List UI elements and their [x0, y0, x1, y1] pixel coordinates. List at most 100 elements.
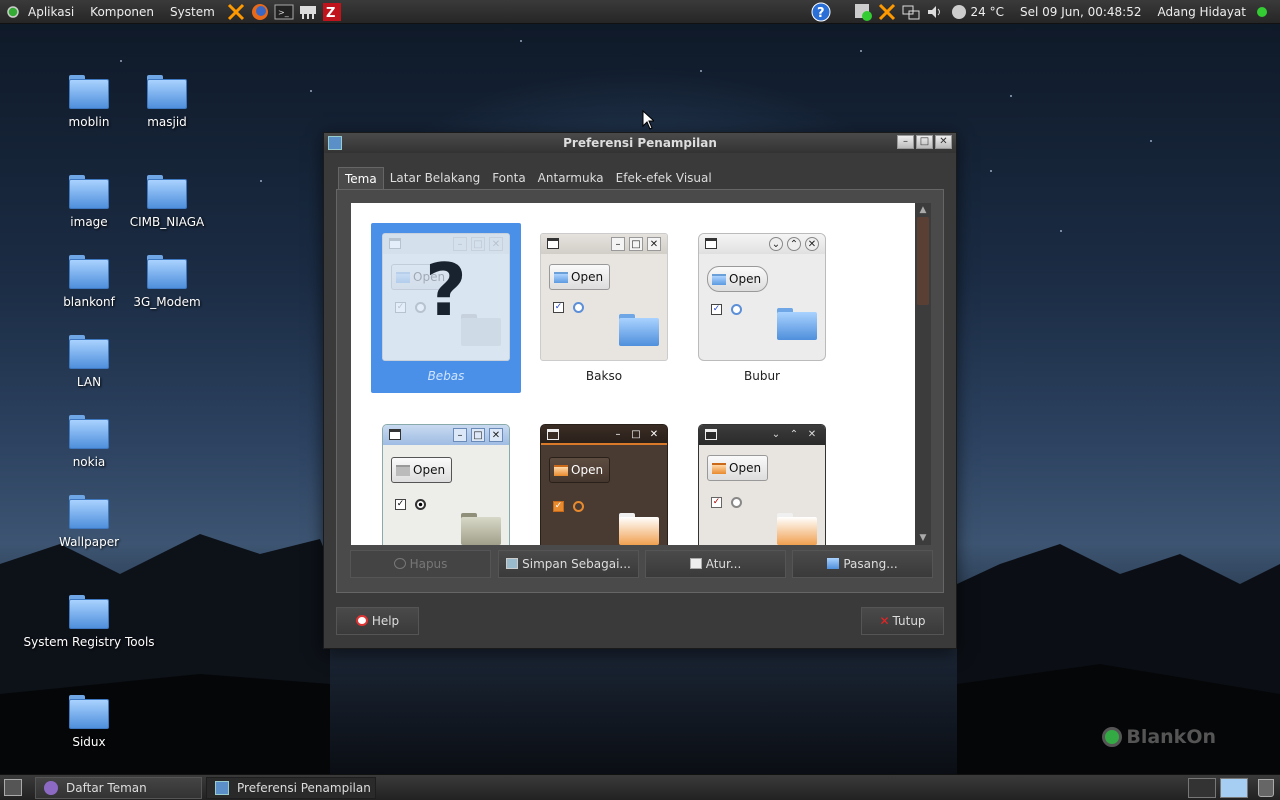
weather-icon[interactable]	[949, 2, 969, 22]
temperature[interactable]: 24 °C	[971, 5, 1012, 19]
folder-icon	[147, 175, 187, 209]
firefox-icon[interactable]	[249, 1, 271, 23]
volume-icon[interactable]	[925, 2, 945, 22]
delete-icon	[393, 558, 406, 569]
clock[interactable]: Sel 09 Jun, 00:48:52	[1012, 5, 1150, 19]
tab-fonta[interactable]: Fonta	[486, 167, 531, 189]
folder-icon	[69, 595, 109, 629]
preview-open-button: Open	[549, 264, 611, 290]
trash-icon[interactable]	[1258, 779, 1274, 797]
folder-icon	[777, 513, 817, 545]
menu-aplikasi[interactable]: Aplikasi	[20, 0, 82, 24]
desktop-icon-label: System Registry Tools	[23, 635, 155, 649]
top-panel: Aplikasi Komponen System >_ Z ? 24 °C Se…	[0, 0, 1280, 24]
preview-open-button: Open	[549, 457, 611, 483]
desktop-icon-label: Sidux	[72, 735, 106, 749]
theme-item-bebas[interactable]: – □ ✕ Open ✓ ? Bebas	[371, 223, 521, 393]
show-desktop-icon[interactable]	[4, 779, 22, 796]
folder-icon	[69, 695, 109, 729]
help-lifebuoy-icon	[355, 615, 368, 626]
folder-icon	[554, 271, 568, 283]
help-icon[interactable]: ?	[811, 2, 831, 22]
tab-latar-belakang[interactable]: Latar Belakang	[384, 167, 486, 189]
theme-item-bakso[interactable]: – □ ✕ Open ✓ Bakso	[529, 233, 679, 383]
desktop-icon-lan[interactable]: LAN	[14, 335, 164, 389]
task-daftar-teman[interactable]: Daftar Teman	[35, 777, 202, 799]
delete-theme-button[interactable]: Hapus	[350, 550, 491, 578]
close-window-button[interactable]: ✕	[935, 135, 952, 149]
tools-icon[interactable]	[225, 1, 247, 23]
desktop-icon-label: masjid	[147, 115, 187, 129]
desktop-icon-3g-modem[interactable]: 3G_Modem	[92, 255, 242, 309]
maximize-button[interactable]: □	[916, 135, 933, 149]
user-name[interactable]: Adang Hidayat	[1150, 5, 1251, 19]
customize-button[interactable]: Atur...	[645, 550, 786, 578]
scroll-up-icon[interactable]: ▲	[915, 203, 931, 217]
network-tray-icon[interactable]	[901, 2, 921, 22]
theme-name: Bubur	[744, 369, 780, 383]
preview-open-button: Open	[707, 455, 769, 481]
theme-item-bubur[interactable]: ⌄ ⌃ ✕ Open ✓ Bubur	[687, 233, 837, 383]
appearance-app-icon	[215, 781, 229, 795]
folder-icon	[461, 513, 501, 545]
theme-item-4[interactable]: – □ ✕ Open ✓	[371, 424, 521, 545]
scroll-down-icon[interactable]: ▼	[915, 531, 931, 545]
minimize-button[interactable]: –	[897, 135, 914, 149]
desktop-icon-label: Wallpaper	[58, 535, 120, 549]
folder-icon	[396, 271, 410, 283]
desktop-icon-label: 3G_Modem	[133, 295, 201, 309]
scrollbar-thumb[interactable]	[917, 217, 929, 305]
blankon-logo: BlankOn	[1102, 726, 1216, 748]
terminal-icon[interactable]: >_	[273, 1, 295, 23]
desktop-icon-nokia[interactable]: nokia	[14, 415, 164, 469]
close-button[interactable]: ✕ Tutup	[861, 607, 944, 635]
theme-item-6[interactable]: ⌄ ⌃ ✕ Open ✓	[687, 424, 837, 545]
install-button[interactable]: Pasang...	[792, 550, 933, 578]
theme-list[interactable]: – □ ✕ Open ✓ ? Bebas – □ ✕ Open ✓ Bakso …	[351, 203, 915, 545]
menu-system[interactable]: System	[162, 0, 223, 24]
workspace-1[interactable]	[1188, 778, 1216, 798]
filezilla-icon[interactable]: Z	[321, 1, 343, 23]
folder-icon	[619, 314, 659, 346]
unknown-theme-icon: ?	[425, 248, 467, 332]
desktop-icon-sidux[interactable]: Sidux	[14, 695, 164, 749]
tab-tema[interactable]: Tema	[338, 167, 384, 189]
blankon-menu-icon[interactable]	[6, 1, 20, 23]
folder-icon	[396, 464, 410, 476]
workspace-2[interactable]	[1220, 778, 1248, 798]
dialog-titlebar[interactable]: Preferensi Penampilan – □ ✕	[324, 133, 956, 153]
svg-text:>_: >_	[278, 8, 290, 17]
theme-item-5[interactable]: – □ ✕ Open ✓	[529, 424, 679, 545]
desktop-icon-system-registry-tools[interactable]: System Registry Tools	[14, 595, 164, 649]
dialog-title: Preferensi Penampilan	[563, 136, 717, 150]
theme-preview: – □ ✕ Open ✓	[382, 424, 510, 545]
desktop-icon-label: CIMB_NIAGA	[129, 215, 205, 229]
folder-icon	[69, 415, 109, 449]
folder-icon	[147, 255, 187, 289]
menu-komponen[interactable]: Komponen	[82, 0, 162, 24]
folder-icon	[147, 75, 187, 109]
folder-icon	[712, 462, 726, 474]
dialog-tabs: Tema Latar Belakang Fonta Antarmuka Efek…	[338, 167, 718, 189]
network-icon[interactable]	[297, 1, 319, 23]
theme-name: Bakso	[585, 369, 623, 383]
theme-name: Bebas	[427, 369, 465, 383]
folder-icon	[712, 273, 726, 285]
theme-tab-pane: – □ ✕ Open ✓ ? Bebas – □ ✕ Open ✓ Bakso …	[336, 189, 944, 593]
tab-efek-efek-visual[interactable]: Efek-efek Visual	[610, 167, 718, 189]
tab-antarmuka[interactable]: Antarmuka	[532, 167, 610, 189]
theme-list-scrollbar[interactable]: ▲ ▼	[915, 203, 931, 545]
desktop-icon-wallpaper[interactable]: Wallpaper	[14, 495, 164, 549]
tools-tray-icon[interactable]	[877, 2, 897, 22]
status-online-icon[interactable]	[1252, 2, 1272, 22]
folder-icon	[777, 308, 817, 340]
help-button[interactable]: Help	[336, 607, 419, 635]
save-as-button[interactable]: Simpan Sebagai...	[498, 550, 639, 578]
save-as-icon	[506, 558, 519, 569]
task-preferensi-penampilan[interactable]: Preferensi Penampilan	[206, 777, 376, 799]
theme-preview: ⌄ ⌃ ✕ Open ✓	[698, 424, 826, 545]
desktop-icon-masjid[interactable]: masjid	[92, 75, 242, 129]
mouse-cursor-icon	[642, 110, 654, 130]
update-icon[interactable]	[853, 2, 873, 22]
desktop-icon-cimb-niaga[interactable]: CIMB_NIAGA	[92, 175, 242, 229]
